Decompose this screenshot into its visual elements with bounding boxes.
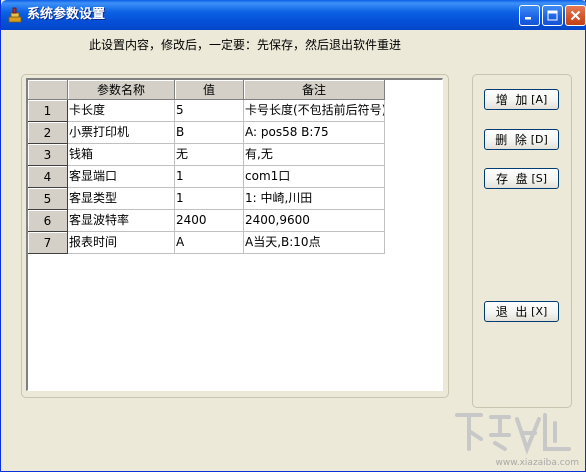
cell-value[interactable]: 1 bbox=[175, 188, 244, 210]
save-button-label: 存 盘 bbox=[495, 172, 528, 186]
save-button[interactable]: 存 盘 [S] bbox=[484, 168, 559, 189]
window-title: 系统参数设置 bbox=[27, 7, 106, 22]
cell-name[interactable]: 钱箱 bbox=[68, 144, 175, 166]
cell-name[interactable]: 卡长度 bbox=[68, 100, 175, 122]
row-header[interactable]: 7 bbox=[28, 232, 68, 254]
cell-name[interactable]: 客显波特率 bbox=[68, 210, 175, 232]
cell-value[interactable]: 1 bbox=[175, 166, 244, 188]
add-button-label: 增 加 bbox=[495, 93, 528, 107]
exit-button[interactable]: 退 出 [X] bbox=[484, 301, 559, 322]
app-icon bbox=[8, 7, 22, 23]
close-button[interactable] bbox=[565, 5, 586, 26]
notice-text: 此设置内容，修改后，一定要：先保存，然后退出软件重进 bbox=[89, 38, 402, 52]
cell-note[interactable]: 卡号长度(不包括前后符号) bbox=[244, 100, 385, 122]
row-header[interactable]: 4 bbox=[28, 166, 68, 188]
exit-button-label: 退 出 bbox=[495, 305, 528, 319]
cell-name[interactable]: 客显端口 bbox=[68, 166, 175, 188]
cell-name[interactable]: 小票打印机 bbox=[68, 122, 175, 144]
parameter-grid[interactable]: 参数名称 值 备注 1 卡长度 5 卡号长度(不包括前后符号) 2 小票打印机 … bbox=[26, 78, 443, 391]
cell-value[interactable]: 无 bbox=[175, 144, 244, 166]
cell-name[interactable]: 客显类型 bbox=[68, 188, 175, 210]
cell-value[interactable]: 5 bbox=[175, 100, 244, 122]
column-header-name[interactable]: 参数名称 bbox=[68, 80, 175, 100]
row-header[interactable]: 3 bbox=[28, 144, 68, 166]
cell-note[interactable]: 有,无 bbox=[244, 144, 385, 166]
close-icon bbox=[570, 10, 581, 21]
cell-value[interactable]: A bbox=[175, 232, 244, 254]
watermark: www.xiazaiba.com bbox=[447, 405, 579, 469]
save-button-shortcut: [S] bbox=[531, 172, 548, 185]
cell-note[interactable]: 1: 中崎,川田 bbox=[244, 188, 385, 210]
row-header[interactable]: 5 bbox=[28, 188, 68, 210]
minimize-icon bbox=[525, 17, 531, 20]
add-button[interactable]: 增 加 [A] bbox=[484, 89, 559, 110]
cell-value[interactable]: B bbox=[175, 122, 244, 144]
watermark-logo-icon bbox=[455, 413, 571, 455]
minimize-button[interactable] bbox=[519, 5, 540, 26]
cell-note[interactable]: com1口 bbox=[244, 166, 385, 188]
row-header[interactable]: 2 bbox=[28, 122, 68, 144]
maximize-icon bbox=[547, 10, 558, 21]
grid-corner[interactable] bbox=[28, 80, 68, 100]
exit-button-shortcut: [X] bbox=[531, 305, 548, 318]
delete-button-label: 删 除 bbox=[495, 133, 527, 147]
cell-name[interactable]: 报表时间 bbox=[68, 232, 175, 254]
column-header-note[interactable]: 备注 bbox=[244, 80, 385, 100]
maximize-button[interactable] bbox=[542, 5, 563, 26]
cell-note[interactable]: A: pos58 B:75 bbox=[244, 122, 385, 144]
delete-button-shortcut: [D] bbox=[530, 133, 548, 146]
cell-note[interactable]: 2400,9600 bbox=[244, 210, 385, 232]
cell-note[interactable]: A当天,B:10点 bbox=[244, 232, 385, 254]
row-header[interactable]: 6 bbox=[28, 210, 68, 232]
delete-button[interactable]: 删 除 [D] bbox=[484, 129, 559, 150]
app-window: 系统参数设置 此设置内容，修改后，一定要：先保存，然后退出软件重进 参数名称 值… bbox=[0, 0, 586, 472]
cell-value[interactable]: 2400 bbox=[175, 210, 244, 232]
row-header[interactable]: 1 bbox=[28, 100, 68, 122]
button-panel bbox=[472, 74, 572, 408]
watermark-text: www.xiazaiba.com bbox=[495, 458, 579, 468]
column-header-value[interactable]: 值 bbox=[175, 80, 244, 100]
add-button-shortcut: [A] bbox=[531, 93, 548, 106]
title-bar[interactable]: 系统参数设置 bbox=[1, 0, 586, 30]
